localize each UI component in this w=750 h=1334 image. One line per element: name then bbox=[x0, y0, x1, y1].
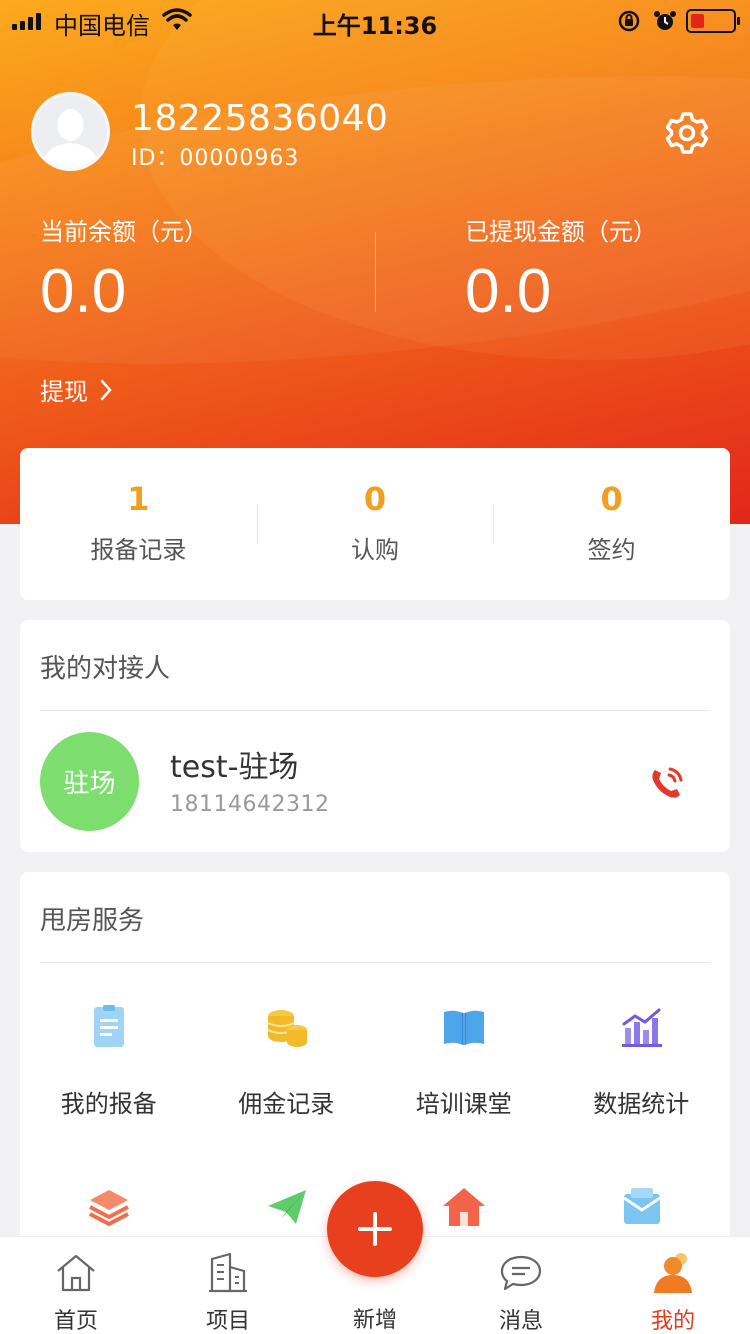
service-training-class[interactable]: 培训课堂 bbox=[375, 1002, 553, 1182]
building-icon bbox=[209, 1252, 247, 1293]
current-balance-label: 当前余额（元） bbox=[40, 218, 208, 246]
gear-icon[interactable] bbox=[664, 110, 710, 156]
alarm-icon bbox=[654, 11, 676, 30]
withdrawn-amount-label: 已提现金额（元） bbox=[465, 218, 657, 246]
service-label: 我的报备 bbox=[60, 1090, 157, 1118]
coins-icon bbox=[267, 1010, 307, 1047]
message-icon bbox=[500, 1255, 542, 1291]
user-avatar-icon bbox=[42, 109, 99, 168]
service-label: 数据统计 bbox=[593, 1090, 690, 1118]
tab-messages[interactable]: 消息 bbox=[466, 1237, 576, 1334]
stat-label: 报备记录 bbox=[90, 536, 187, 564]
stat-value: 0 bbox=[600, 480, 623, 518]
user-id: ID：00000963 bbox=[131, 146, 300, 171]
stat-signed[interactable]: 0 签约 bbox=[493, 448, 730, 600]
tab-label: 消息 bbox=[498, 1309, 543, 1334]
chevron-right-icon bbox=[100, 379, 112, 400]
withdrawn-amount-value: 0.0 bbox=[465, 257, 552, 326]
avatar[interactable] bbox=[31, 92, 110, 171]
tab-projects[interactable]: 项目 bbox=[173, 1237, 283, 1334]
rotation-lock-icon bbox=[618, 10, 640, 32]
user-phone: 18225836040 bbox=[131, 98, 389, 139]
stats-card: 1 报备记录 0 认购 0 签约 bbox=[20, 448, 730, 600]
tab-label: 首页 bbox=[53, 1309, 98, 1334]
tab-label: 新增 bbox=[352, 1308, 397, 1333]
service-data-statistics[interactable]: 数据统计 bbox=[553, 1002, 731, 1182]
contact-name: test-驻场 bbox=[170, 750, 299, 785]
report-doc-icon bbox=[94, 1005, 124, 1047]
paper-plane-icon bbox=[267, 1190, 306, 1224]
contact-avatar: 驻场 bbox=[40, 732, 139, 831]
section-title: 甩房服务 bbox=[40, 906, 145, 936]
withdraw-label: 提现 bbox=[40, 378, 88, 406]
service-commission-records[interactable]: 佣金记录 bbox=[198, 1002, 376, 1182]
add-new-button[interactable] bbox=[327, 1181, 423, 1277]
tab-mine[interactable]: 我的 bbox=[618, 1237, 728, 1334]
service-label: 培训课堂 bbox=[415, 1090, 512, 1118]
status-bar: 中国电信 上午11:36 bbox=[0, 0, 750, 42]
contact-card: 我的对接人 驻场 test-驻场 18114642312 bbox=[20, 620, 730, 852]
stat-value: 1 bbox=[127, 480, 150, 518]
contact-phone: 18114642312 bbox=[170, 792, 330, 817]
home-icon bbox=[57, 1254, 95, 1292]
tab-label: 项目 bbox=[205, 1309, 250, 1334]
section-title: 我的对接人 bbox=[40, 654, 171, 684]
service-my-reports[interactable]: 我的报备 bbox=[20, 1002, 198, 1182]
stat-value: 0 bbox=[363, 480, 387, 518]
divider bbox=[40, 962, 710, 963]
tab-label: 我的 bbox=[650, 1309, 695, 1334]
service-label: 佣金记录 bbox=[238, 1090, 335, 1118]
chart-icon bbox=[621, 1008, 662, 1047]
tab-home[interactable]: 首页 bbox=[21, 1237, 131, 1334]
divider bbox=[40, 710, 710, 711]
battery-icon bbox=[686, 9, 740, 33]
profile-icon bbox=[654, 1253, 692, 1293]
stat-report-records[interactable]: 1 报备记录 bbox=[20, 448, 257, 600]
balance-divider bbox=[375, 232, 376, 312]
book-icon bbox=[444, 1010, 484, 1045]
wallet-icon bbox=[622, 1188, 661, 1224]
phone-call-icon[interactable] bbox=[646, 760, 690, 804]
house-icon bbox=[443, 1188, 485, 1226]
withdraw-link[interactable]: 提现 bbox=[40, 372, 112, 407]
current-balance-value: 0.0 bbox=[40, 257, 127, 326]
stat-label: 认购 bbox=[351, 536, 399, 564]
stat-subscribe[interactable]: 0 认购 bbox=[256, 448, 494, 600]
stat-label: 签约 bbox=[587, 536, 636, 564]
layers-icon bbox=[89, 1190, 129, 1227]
